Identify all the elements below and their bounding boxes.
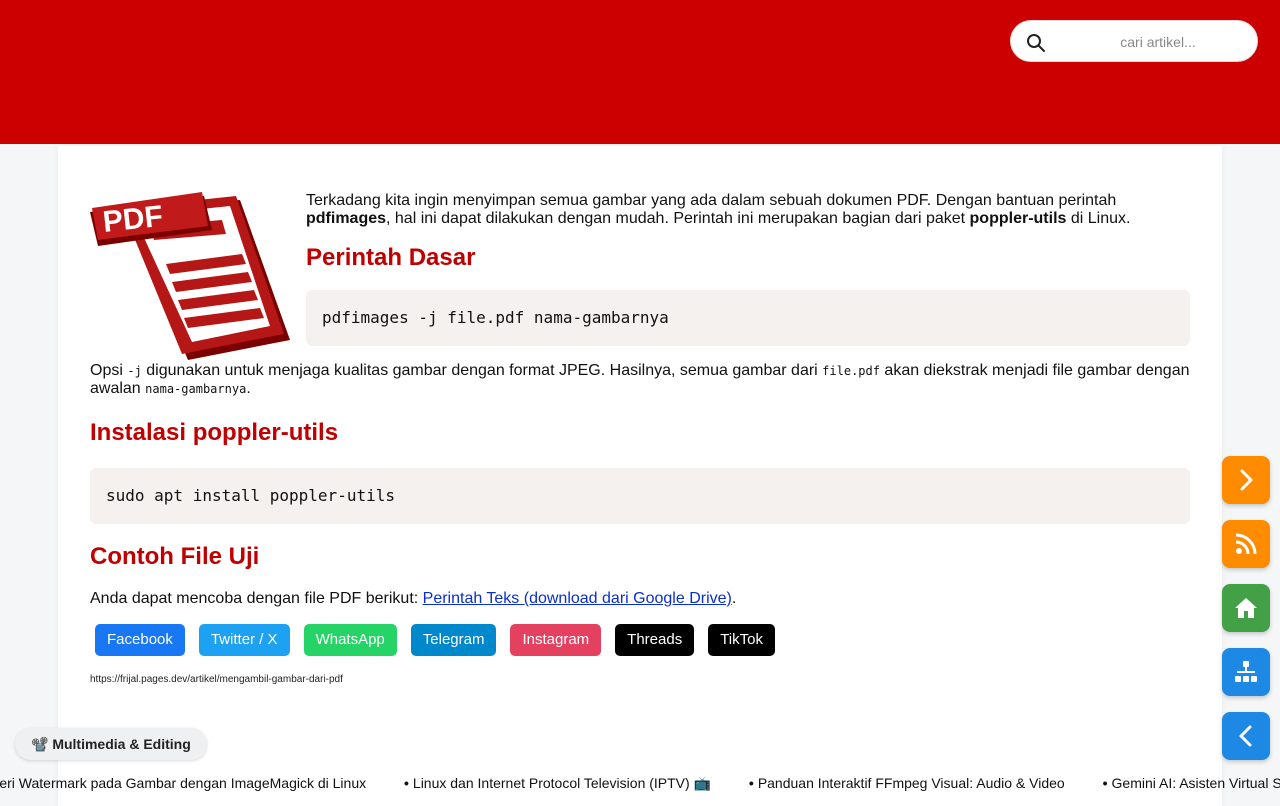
projector-icon: 📽️ — [31, 736, 49, 752]
search-icon — [1027, 34, 1045, 52]
option-paragraph: Opsi -j digunakan untuk menjaga kualitas… — [90, 362, 1190, 397]
share-instagram-button[interactable]: Instagram — [510, 624, 602, 656]
rss-button[interactable] — [1222, 520, 1270, 568]
share-threads-button[interactable]: Threads — [615, 624, 695, 656]
page-url: https://frijal.pages.dev/artikel/mengamb… — [90, 674, 343, 685]
header-bar — [0, 0, 1280, 144]
chevron-left-icon — [1239, 725, 1252, 747]
back-button[interactable] — [1222, 712, 1270, 760]
inline-code-j: -j — [127, 364, 142, 378]
home-button[interactable] — [1222, 584, 1270, 632]
share-facebook-button[interactable]: Facebook — [95, 624, 185, 656]
share-twitter-button[interactable]: Twitter / X — [198, 624, 290, 656]
share-telegram-button[interactable]: Telegram — [410, 624, 497, 656]
share-whatsapp-button[interactable]: WhatsApp — [303, 624, 397, 656]
poppler-utils-term: poppler-utils — [969, 210, 1067, 227]
search-input[interactable] — [1061, 29, 1255, 55]
code-block-install[interactable]: sudo apt install poppler-utils — [90, 468, 1190, 524]
article-card: PDF Terkadang kita ingin menyimpan semua… — [58, 146, 1222, 806]
inline-code-prefix: nama-gambarnya — [145, 382, 247, 396]
sitemap-icon — [1235, 661, 1257, 682]
pdfimages-term: pdfimages — [306, 210, 387, 227]
chevron-right-icon — [1240, 469, 1253, 491]
share-tiktok-button[interactable]: TikTok — [708, 624, 775, 656]
ticker-item[interactable]: Beri Watermark pada Gambar dengan ImageM… — [0, 772, 366, 794]
article-content: PDF Terkadang kita ingin menyimpan semua… — [90, 190, 1190, 685]
google-drive-link[interactable]: Perintah Teks (download dari Google Driv… — [423, 590, 732, 607]
heading-sample: Contoh File Uji — [90, 543, 260, 570]
svg-text:PDF: PDF — [101, 200, 164, 239]
share-buttons: Facebook Twitter / X WhatsApp Telegram I… — [95, 624, 1190, 656]
ticker-item[interactable]: •Gemini AI: Asisten Virtual Serbaguna — [1103, 772, 1280, 794]
rss-icon — [1235, 533, 1257, 555]
category-label: Multimedia & Editing — [52, 736, 191, 752]
pdf-logo-icon: PDF — [90, 192, 290, 360]
code-block-basic[interactable]: pdfimages -j file.pdf nama-gambarnya — [306, 290, 1190, 346]
sitemap-button[interactable] — [1222, 648, 1270, 696]
next-article-button[interactable] — [1222, 456, 1270, 504]
sample-paragraph: Anda dapat mencoba dengan file PDF berik… — [90, 590, 737, 607]
ticker-item[interactable]: • Linux dan Internet Protocol Television … — [404, 772, 711, 794]
article-ticker: Beri Watermark pada Gambar dengan ImageM… — [0, 772, 1280, 796]
heading-install: Instalasi poppler-utils — [90, 419, 339, 446]
category-badge[interactable]: 📽️ Multimedia & Editing — [15, 728, 207, 760]
home-icon — [1235, 598, 1257, 618]
inline-code-file: file.pdf — [822, 364, 880, 378]
search-box[interactable] — [1010, 20, 1258, 62]
ticker-item[interactable]: • Panduan Interaktif FFmpeg Visual: Audio… — [749, 772, 1065, 794]
